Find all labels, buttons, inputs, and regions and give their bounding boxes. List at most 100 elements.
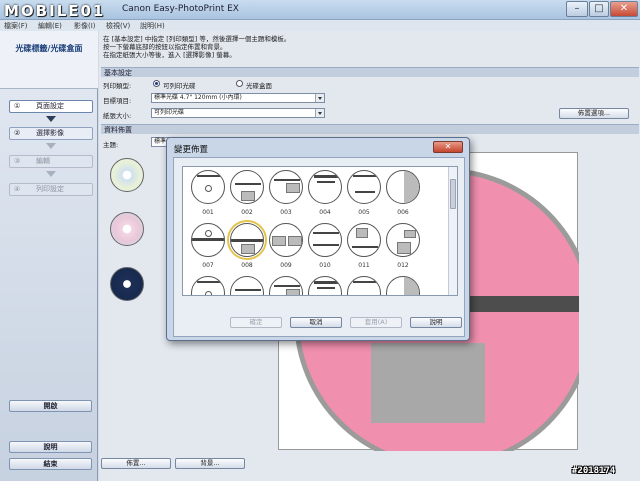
- layout-option[interactable]: 012: [384, 223, 422, 273]
- apply-button: 套用(A): [350, 317, 402, 328]
- layout-option[interactable]: 007: [189, 223, 227, 273]
- minimize-button[interactable]: –: [566, 1, 588, 17]
- layout-disc-icon: [230, 170, 264, 204]
- watermark-id: #2018174: [572, 466, 616, 476]
- layout-option[interactable]: 013: [189, 276, 227, 295]
- layout-disc-icon: [308, 276, 342, 295]
- layout-option[interactable]: 018: [384, 276, 422, 295]
- layout-disc-icon: [308, 223, 342, 257]
- instructions: 在 [基本設定] 中指定 [列印類型] 等，然後選擇一個主題和模板。 按一下螢幕…: [103, 35, 523, 59]
- layout-option[interactable]: 003: [267, 170, 305, 220]
- menu-image[interactable]: 影像(I): [74, 21, 96, 31]
- step-label: 列印設定: [36, 185, 64, 193]
- layout-disc-icon: [191, 223, 225, 257]
- layout-option[interactable]: 017: [345, 276, 383, 295]
- paper-size-label: 紙張大小:: [103, 112, 132, 120]
- layout-option[interactable]: 006: [384, 170, 422, 220]
- select-value: 標準: [154, 138, 167, 145]
- layout-number: 012: [397, 262, 409, 269]
- print-type-label: 列印類型:: [103, 82, 132, 90]
- app-title: Canon Easy-PhotoPrint EX: [122, 4, 239, 14]
- step-number: ④: [14, 185, 21, 193]
- help-button[interactable]: 說明: [9, 441, 92, 453]
- layout-disc-icon: [347, 223, 381, 257]
- radio-disc-case[interactable]: [236, 80, 243, 87]
- radio-label: 可列印光碟: [163, 82, 196, 90]
- layout-option[interactable]: 001: [189, 170, 227, 220]
- theme-thumbnail[interactable]: [110, 267, 144, 301]
- sidebar-title: 光碟標籤/光碟盒面: [15, 44, 83, 53]
- layout-option[interactable]: 008: [227, 220, 267, 273]
- theme-label: 主題:: [103, 141, 119, 149]
- layout-number: 001: [202, 209, 214, 216]
- maximize-button[interactable]: □: [589, 1, 609, 17]
- layout-button[interactable]: 佈置...: [101, 458, 171, 469]
- layout-option[interactable]: 016: [306, 276, 344, 295]
- step-select-image[interactable]: ② 選擇影像: [9, 127, 93, 140]
- dialog-body: 0010020030040050060070080090100110120130…: [173, 157, 465, 337]
- radio-label: 光碟盒面: [246, 82, 272, 90]
- layout-disc-icon: [227, 220, 267, 260]
- layout-option[interactable]: 009: [267, 223, 305, 273]
- step-arrow-icon: [46, 171, 56, 177]
- step-arrow-icon: [46, 116, 56, 122]
- layout-options-button[interactable]: 佈置選項...: [559, 108, 629, 119]
- paper-size-select[interactable]: 可列印光碟: [151, 108, 325, 118]
- step-page-setup[interactable]: ① 頁面設定: [9, 100, 93, 113]
- layout-option[interactable]: 005: [345, 170, 383, 220]
- select-value: 標準光碟 4.7" 120mm (小內環): [154, 94, 242, 101]
- layout-disc-icon: [269, 223, 303, 257]
- background-button[interactable]: 背景...: [175, 458, 245, 469]
- instruction-line: 在指定紙張大小等後，進入 [選擇影像] 螢幕。: [103, 51, 236, 59]
- title-bar: MOBILE01 Canon Easy-PhotoPrint EX – □ ✕: [0, 0, 640, 20]
- layout-disc-icon: [347, 170, 381, 204]
- layout-number: 007: [202, 262, 214, 269]
- layout-disc-icon: [386, 223, 420, 257]
- open-button[interactable]: 開啟: [9, 400, 92, 412]
- chevron-down-icon: [315, 109, 324, 117]
- layout-option[interactable]: 014: [228, 276, 266, 295]
- target-select[interactable]: 標準光碟 4.7" 120mm (小內環): [151, 93, 325, 103]
- theme-thumbnail[interactable]: [110, 158, 144, 192]
- layout-disc-icon: [308, 170, 342, 204]
- exit-button[interactable]: 結束: [9, 458, 92, 470]
- close-button[interactable]: ✕: [610, 1, 638, 17]
- menu-file[interactable]: 檔案(F): [4, 21, 28, 31]
- layout-number: 010: [319, 262, 331, 269]
- basic-settings-heading: 基本設定: [101, 67, 639, 77]
- cancel-button[interactable]: 取消: [290, 317, 342, 328]
- layout-disc-icon: [386, 276, 420, 295]
- dialog-help-button[interactable]: 說明: [410, 317, 462, 328]
- layout-option[interactable]: 015: [267, 276, 305, 295]
- layout-option[interactable]: 004: [306, 170, 344, 220]
- sidebar: 光碟標籤/光碟盒面 ① 頁面設定 ② 選擇影像 ③ 編輯 ④ 列印設定 開啟 說…: [0, 31, 98, 481]
- step-label: 頁面設定: [36, 102, 64, 110]
- layout-grid: 0010020030040050060070080090100110120130…: [182, 166, 458, 296]
- radio-printable-disc[interactable]: [153, 80, 160, 87]
- layout-number: 002: [241, 209, 253, 216]
- layout-number: 006: [397, 209, 409, 216]
- menu-help[interactable]: 說明(H): [140, 21, 165, 31]
- layout-disc-icon: [191, 170, 225, 204]
- theme-thumbnail[interactable]: [110, 212, 144, 246]
- target-label: 目標項目:: [103, 97, 132, 105]
- layout-disc-icon: [230, 276, 264, 295]
- menu-bar: 檔案(F) 編輯(E) 影像(I) 檢視(V) 說明(H): [0, 20, 640, 31]
- watermark-logo: MOBILE01: [4, 2, 106, 20]
- layout-disc-icon: [191, 276, 225, 295]
- dialog-close-button[interactable]: ✕: [433, 141, 463, 153]
- chevron-down-icon: [315, 94, 324, 102]
- layout-option[interactable]: 011: [345, 223, 383, 273]
- scrollbar-thumb[interactable]: [450, 179, 456, 209]
- step-arrow-icon: [46, 143, 56, 149]
- instruction-line: 按一下螢幕底部的按鈕以指定佈置和背景。: [103, 43, 227, 51]
- layout-number: 004: [319, 209, 331, 216]
- layout-option[interactable]: 002: [228, 170, 266, 220]
- menu-view[interactable]: 檢視(V): [106, 21, 130, 31]
- scrollbar[interactable]: [448, 167, 457, 295]
- layout-number: 011: [358, 262, 370, 269]
- layout-option[interactable]: 010: [306, 223, 344, 273]
- dialog-title: 變更佈置: [174, 145, 209, 155]
- menu-edit[interactable]: 編輯(E): [38, 21, 62, 31]
- ok-button: 確定: [230, 317, 282, 328]
